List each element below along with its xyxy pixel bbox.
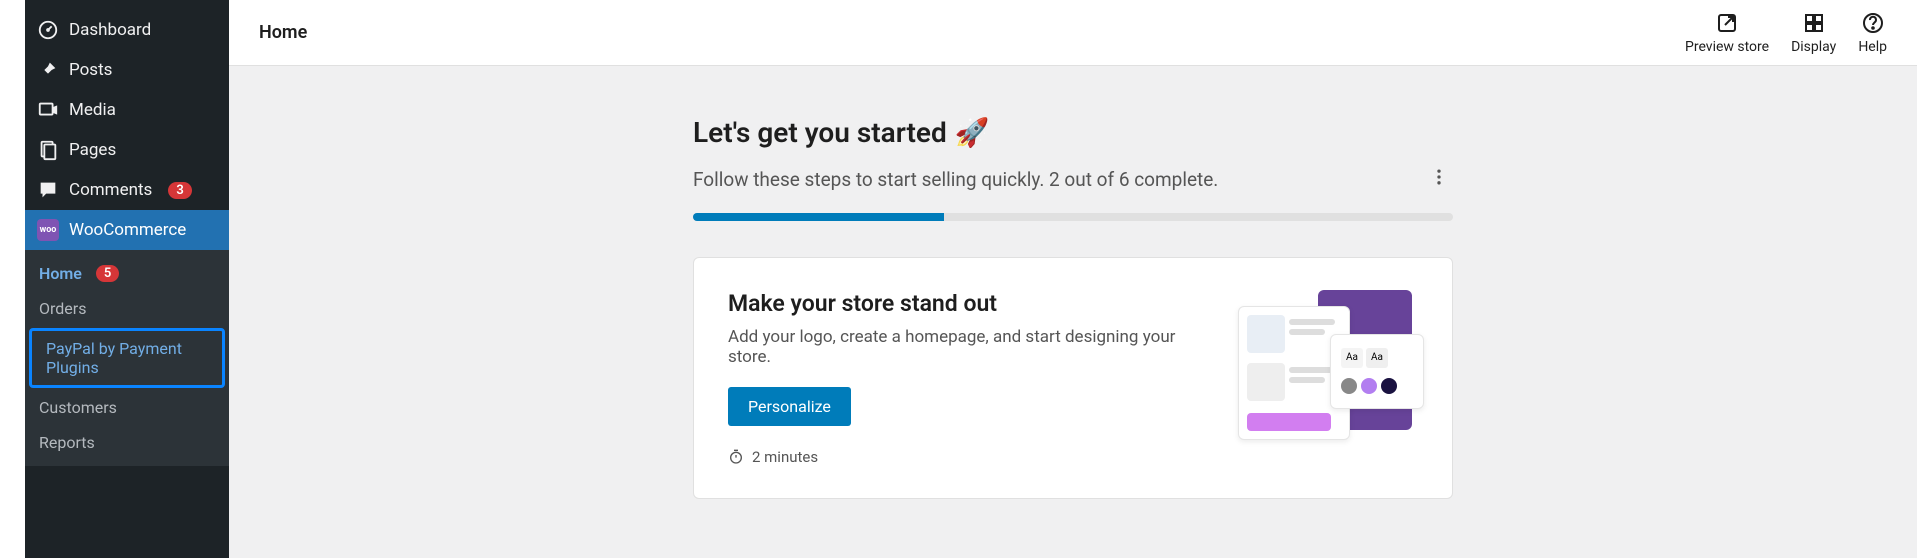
sidebar-label: Posts <box>69 60 112 80</box>
topbar-actions: Preview store Display Help <box>1685 11 1887 55</box>
sidebar-item-media[interactable]: Media <box>25 90 229 130</box>
heading-text: Let's get you started <box>693 116 947 149</box>
progress-bar <box>693 213 1453 221</box>
media-icon <box>37 99 59 121</box>
sidebar-label: Pages <box>69 140 116 160</box>
submenu-item-orders[interactable]: Orders <box>25 291 229 326</box>
woocommerce-icon: woo <box>37 219 59 241</box>
kebab-icon <box>1429 167 1449 187</box>
grid-icon <box>1802 11 1826 35</box>
main-area: Home Preview store Display Help Let's ge… <box>229 0 1917 558</box>
more-options-button[interactable] <box>1425 163 1453 195</box>
submenu-label: Home <box>39 264 82 283</box>
sidebar-label: WooCommerce <box>69 220 186 240</box>
sidebar-label: Dashboard <box>69 20 151 40</box>
task-illustration: AaAa <box>1238 290 1418 466</box>
sidebar-item-posts[interactable]: Posts <box>25 50 229 90</box>
comments-icon <box>37 179 59 201</box>
submenu-item-reports[interactable]: Reports <box>25 425 229 460</box>
stopwatch-icon <box>728 449 744 465</box>
preview-store-button[interactable]: Preview store <box>1685 11 1769 55</box>
comments-count-badge: 3 <box>168 182 191 199</box>
home-count-badge: 5 <box>96 265 119 282</box>
task-card: Make your store stand out Add your logo,… <box>693 257 1453 499</box>
task-title: Make your store stand out <box>728 290 1214 317</box>
task-description: Add your logo, create a homepage, and st… <box>728 327 1214 367</box>
action-label: Help <box>1858 39 1887 55</box>
rocket-icon: 🚀 <box>955 116 990 149</box>
content: Let's get you started 🚀 Follow these ste… <box>229 66 1917 558</box>
task-time: 2 minutes <box>728 448 1214 466</box>
pages-icon <box>37 139 59 161</box>
display-button[interactable]: Display <box>1791 11 1836 55</box>
onboarding-heading: Let's get you started 🚀 <box>693 116 1453 149</box>
progress-fill <box>693 213 944 221</box>
sidebar-label: Media <box>69 100 116 120</box>
action-label: Display <box>1791 39 1836 55</box>
sidebar-item-woocommerce[interactable]: woo WooCommerce <box>25 210 229 250</box>
submenu-item-paypal[interactable]: PayPal by Payment Plugins <box>29 328 225 388</box>
dashboard-icon <box>37 19 59 41</box>
woocommerce-submenu: Home 5 Orders PayPal by Payment Plugins … <box>25 250 229 466</box>
sidebar-label: Comments <box>69 180 152 200</box>
action-label: Preview store <box>1685 39 1769 55</box>
help-icon <box>1861 11 1885 35</box>
topbar: Home Preview store Display Help <box>229 0 1917 66</box>
submenu-item-home[interactable]: Home 5 <box>25 256 229 291</box>
sidebar-item-comments[interactable]: Comments 3 <box>25 170 229 210</box>
task-time-text: 2 minutes <box>752 448 818 466</box>
admin-sidebar: Dashboard Posts Media Pages Comments 3 w… <box>25 0 229 558</box>
sidebar-item-dashboard[interactable]: Dashboard <box>25 10 229 50</box>
submenu-item-customers[interactable]: Customers <box>25 390 229 425</box>
help-button[interactable]: Help <box>1858 11 1887 55</box>
page-title: Home <box>259 22 307 43</box>
external-link-icon <box>1715 11 1739 35</box>
onboarding-subheading: Follow these steps to start selling quic… <box>693 168 1218 191</box>
pin-icon <box>37 59 59 81</box>
personalize-button[interactable]: Personalize <box>728 387 851 426</box>
sidebar-item-pages[interactable]: Pages <box>25 130 229 170</box>
